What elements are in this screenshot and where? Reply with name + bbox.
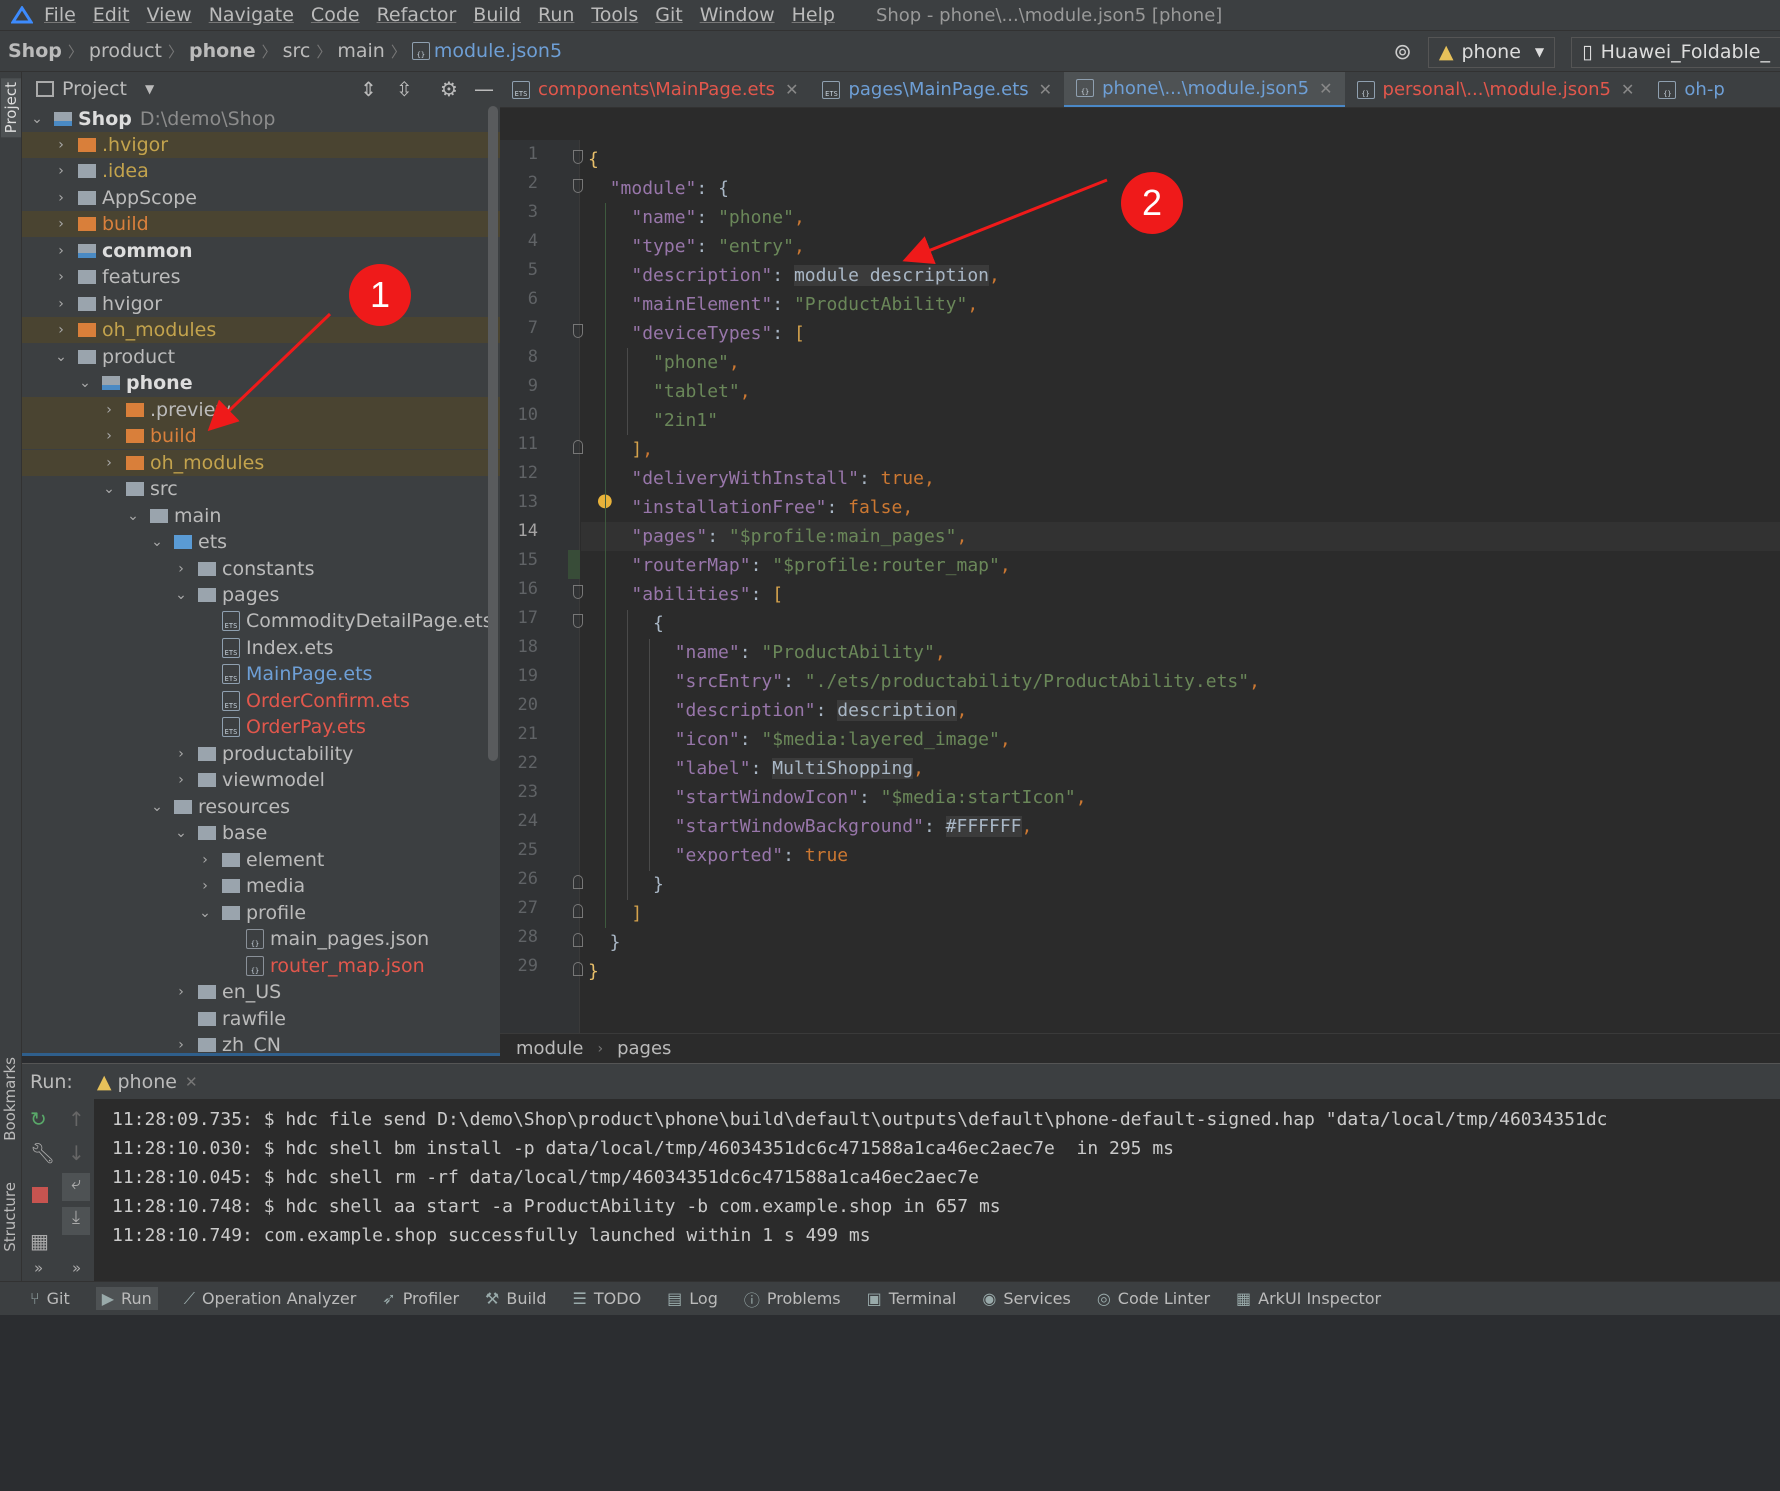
arrow-to-name-field bbox=[902, 178, 1108, 265]
callout-badge-1: 1 bbox=[349, 264, 411, 326]
callout-badge-2: 2 bbox=[1121, 172, 1183, 234]
annotation-arrows bbox=[207, 178, 1108, 432]
arrow-to-phone-folder bbox=[207, 312, 332, 432]
empty-area-below-window bbox=[0, 1315, 1780, 1491]
